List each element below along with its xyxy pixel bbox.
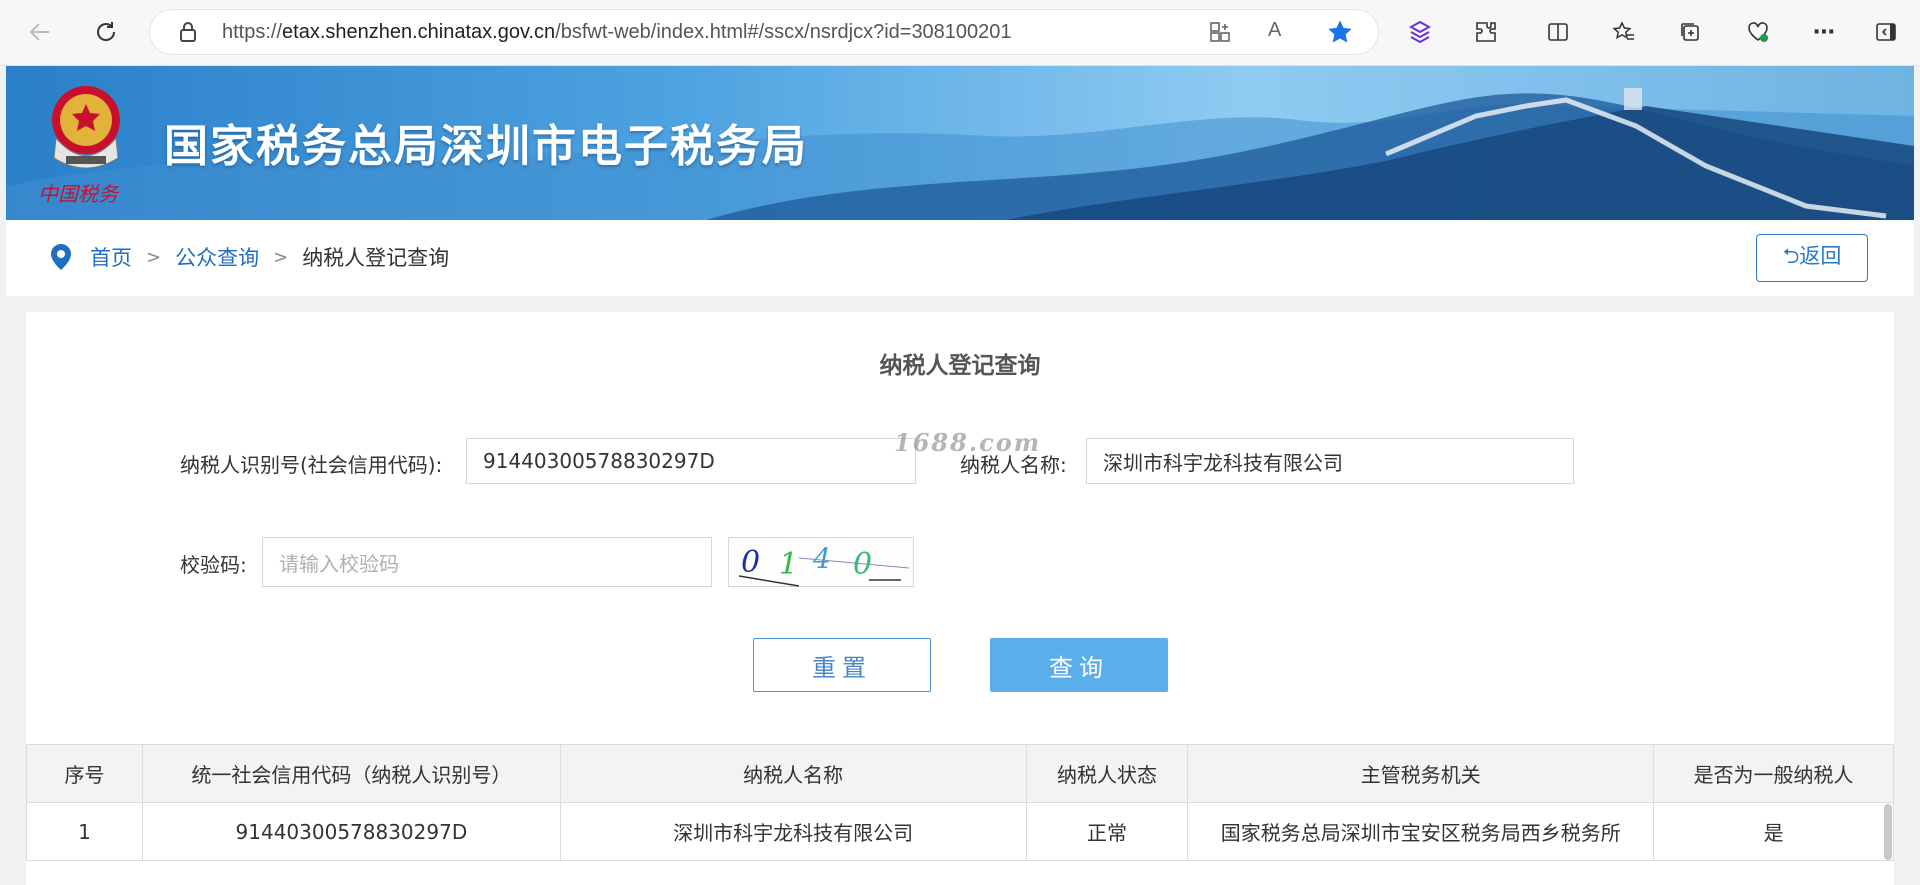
taxpayer-id-label: 纳税人识别号(社会信用代码): — [180, 453, 443, 477]
breadcrumb-home-link[interactable]: 首页 — [90, 242, 132, 272]
table-header-row: 序号 统一社会信用代码（纳税人识别号） 纳税人名称 纳税人状态 主管税务机关 是… — [26, 744, 1894, 803]
more-menu-icon[interactable]: ⋯ — [1806, 14, 1842, 50]
breadcrumb-current: 纳税人登记查询 — [302, 246, 450, 270]
cell-index: 1 — [26, 802, 143, 861]
read-aloud-icon[interactable]: A — [1268, 19, 1281, 42]
location-pin-icon — [50, 243, 72, 271]
breadcrumb-bar: 首页 > 公众查询 > 纳税人登记查询 ⮌返回 — [6, 220, 1914, 296]
taxpayer-id-input[interactable]: 91440300578830297D — [466, 438, 916, 484]
table-scrollbar[interactable] — [1884, 804, 1892, 860]
captcha-label: 校验码: — [180, 553, 247, 577]
logo-caption: 中国税务 — [38, 182, 118, 206]
breadcrumb-separator: > — [273, 246, 289, 268]
query-panel: 纳税人登记查询 纳税人识别号(社会信用代码): 9144030057883029… — [26, 312, 1894, 885]
site-title: 国家税务总局深圳市电子税务局 — [164, 121, 808, 172]
results-table: 序号 统一社会信用代码（纳税人识别号） 纳税人名称 纳税人状态 主管税务机关 是… — [26, 744, 1894, 861]
cell-taxpayer-status: 正常 — [1025, 802, 1189, 861]
cell-taxpayer-name: 深圳市科宇龙科技有限公司 — [559, 802, 1027, 861]
header-taxpayer-status: 纳税人状态 — [1025, 744, 1189, 803]
tax-emblem-logo: 中国税务 — [36, 78, 136, 208]
cell-credit-code: 91440300578830297D — [141, 802, 561, 861]
sidebar-toggle-icon[interactable] — [1868, 14, 1904, 50]
table-row: 1 91440300578830297D 深圳市科宇龙科技有限公司 正常 国家税… — [26, 802, 1894, 861]
header-general-taxpayer: 是否为一般纳税人 — [1653, 744, 1894, 803]
lock-icon[interactable] — [178, 21, 198, 47]
extension-copilot-icon[interactable] — [1402, 14, 1438, 50]
address-bar[interactable]: https://etax.shenzhen.chinatax.gov.cn/bs… — [150, 10, 1378, 54]
cell-tax-authority: 国家税务总局深圳市宝安区税务局西乡税务所 — [1187, 802, 1655, 861]
header-index: 序号 — [26, 744, 143, 803]
browser-toolbar: https://etax.shenzhen.chinatax.gov.cn/bs… — [0, 0, 1920, 66]
breadcrumb: 首页 > 公众查询 > 纳税人登记查询 — [50, 242, 449, 272]
browser-essentials-icon[interactable] — [1740, 14, 1776, 50]
header-tax-authority: 主管税务机关 — [1187, 744, 1655, 803]
split-screen-icon[interactable] — [1540, 14, 1576, 50]
favorites-icon[interactable] — [1606, 14, 1642, 50]
captcha-input[interactable]: 请输入校验码 — [262, 537, 712, 587]
captcha-image[interactable]: 0 1 4 0 — [728, 537, 914, 587]
extensions-puzzle-icon[interactable] — [1468, 14, 1504, 50]
svg-text:1: 1 — [779, 547, 798, 582]
favorite-star-icon[interactable] — [1326, 18, 1354, 50]
apps-icon[interactable] — [1208, 20, 1232, 48]
back-arrow-icon[interactable] — [22, 14, 58, 50]
site-banner: 中国税务 国家税务总局深圳市电子税务局 — [6, 66, 1914, 220]
taxpayer-name-label: 纳税人名称: — [960, 453, 1067, 477]
taxpayer-name-input[interactable]: 深圳市科宇龙科技有限公司 — [1086, 438, 1574, 484]
cell-general-taxpayer: 是 — [1653, 802, 1894, 861]
svg-text:0: 0 — [741, 545, 760, 580]
form-title: 纳税人登记查询 — [879, 353, 1041, 379]
reload-icon[interactable] — [88, 14, 124, 50]
url-text: https://etax.shenzhen.chinatax.gov.cn/bs… — [222, 21, 1012, 43]
breadcrumb-separator: > — [146, 246, 162, 268]
header-credit-code: 统一社会信用代码（纳税人识别号） — [141, 744, 561, 803]
query-button[interactable]: 查询 — [990, 638, 1168, 692]
breadcrumb-public-query-link[interactable]: 公众查询 — [175, 242, 259, 272]
reset-button[interactable]: 重置 — [753, 638, 931, 692]
collections-icon[interactable] — [1672, 14, 1708, 50]
back-button[interactable]: ⮌返回 — [1756, 234, 1868, 282]
header-taxpayer-name: 纳税人名称 — [559, 744, 1027, 803]
svg-text:4: 4 — [812, 542, 831, 575]
